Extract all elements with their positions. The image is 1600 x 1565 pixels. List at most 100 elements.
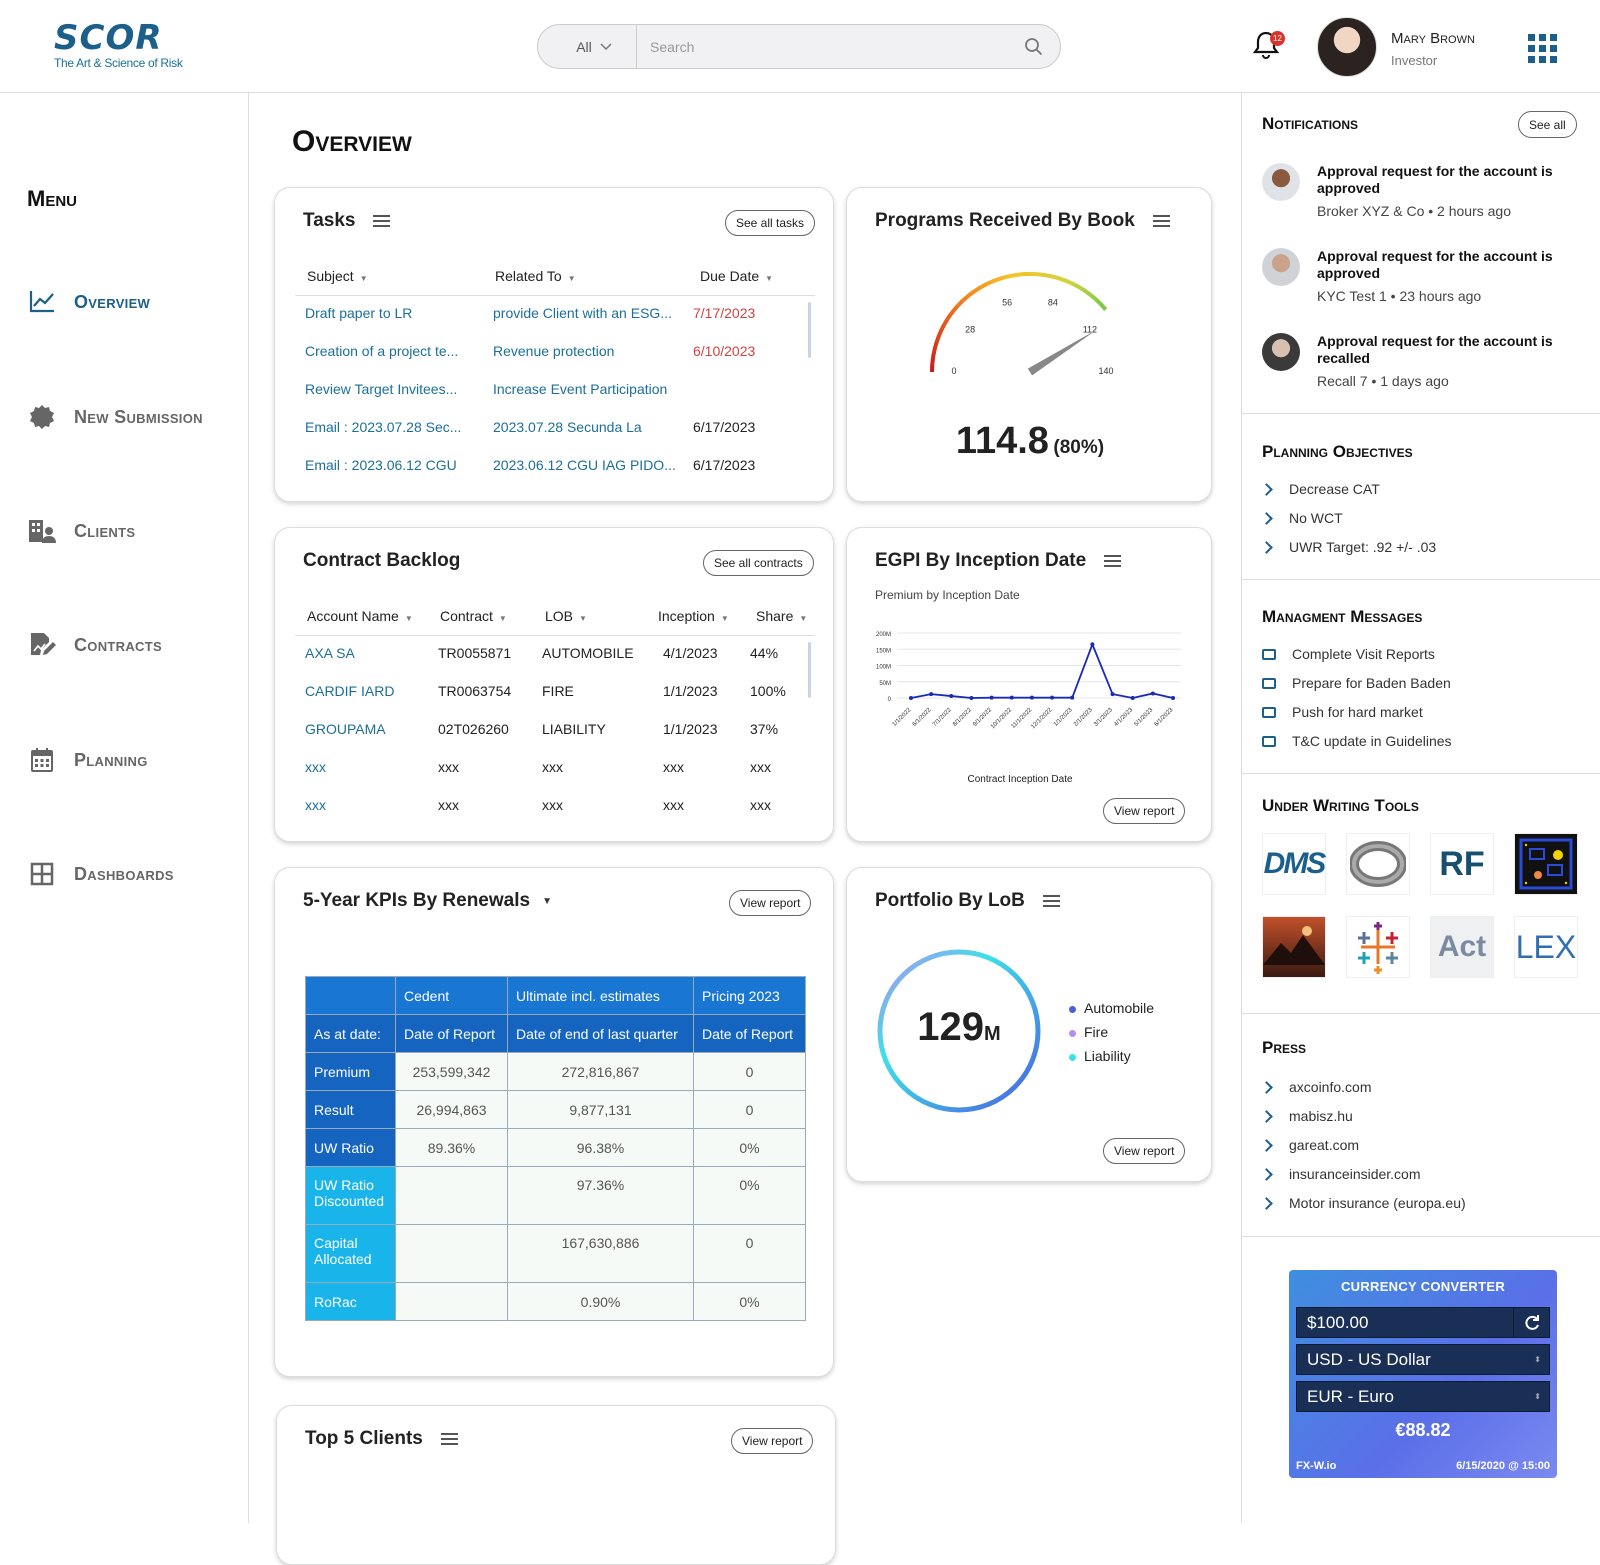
menu-icon[interactable]	[1104, 555, 1121, 567]
task-related-link[interactable]: 2023.06.12 CGU IAG PIDO...	[493, 457, 683, 473]
see-all-tasks-button[interactable]: See all tasks	[725, 210, 815, 236]
view-report-button[interactable]: View report	[1103, 798, 1185, 824]
logo-mark: SCOR	[54, 22, 183, 54]
gauge-arc-segment	[1044, 275, 1051, 276]
planning-item-label: Decrease CAT	[1289, 481, 1380, 497]
view-report-button[interactable]: View report	[731, 1428, 813, 1454]
task-subject-link[interactable]: Email : 2023.07.28 Sec...	[305, 419, 475, 435]
kpi-cell: 0%	[694, 1167, 806, 1225]
view-report-button[interactable]: View report	[729, 890, 811, 916]
planning-item[interactable]: UWR Target: .92 +/- .03	[1262, 538, 1436, 556]
sidebar-item-planning[interactable]: Planning	[28, 745, 148, 775]
sidebar-item-clients[interactable]: Clients	[28, 516, 135, 546]
menu-icon[interactable]	[373, 215, 390, 227]
message-item[interactable]: Complete Visit Reports	[1262, 645, 1435, 663]
task-related-link[interactable]: Revenue protection	[493, 343, 683, 359]
legend-item: Fire	[1069, 1020, 1154, 1044]
gauge-arc-segment	[970, 290, 976, 294]
mountain-photo-tool-icon[interactable]	[1262, 916, 1326, 978]
account-name-link[interactable]: AXA SA	[305, 645, 430, 661]
kpi-cell: 9,877,131	[508, 1091, 694, 1129]
press-link[interactable]: gareat.com	[1262, 1136, 1359, 1154]
converter-source[interactable]: FX-W.io	[1296, 1460, 1336, 1472]
notification-count-badge: 12	[1270, 31, 1285, 46]
gauge-readout: 114.8 (80%)	[847, 420, 1213, 463]
column-header-subject[interactable]: Subject▼	[307, 268, 368, 284]
account-name-link[interactable]: xxx	[305, 759, 430, 775]
user-avatar[interactable]	[1317, 17, 1377, 77]
notification-meta: KYC Test 1 • 23 hours ago	[1317, 288, 1481, 304]
column-header-inception[interactable]: Inception▼	[658, 608, 729, 624]
message-item[interactable]: Prepare for Baden Baden	[1262, 674, 1451, 692]
account-name-link[interactable]: CARDIF IARD	[305, 683, 430, 699]
sidebar-item-new-submission[interactable]: New Submission	[28, 402, 203, 432]
scrollbar[interactable]	[808, 642, 811, 698]
column-header-related-to[interactable]: Related To▼	[495, 268, 576, 284]
account-name-link[interactable]: xxx	[305, 797, 430, 813]
task-related-link[interactable]: 2023.07.28 Secunda La	[493, 419, 683, 435]
task-subject-link[interactable]: Email : 2023.06.12 CGU	[305, 457, 475, 473]
planning-item-label: UWR Target: .92 +/- .03	[1289, 539, 1436, 555]
kpi-title[interactable]: 5-Year KPIs By Renewals ▼	[303, 890, 552, 912]
tasks-title: Tasks	[303, 210, 390, 232]
data-point	[1090, 642, 1094, 646]
planning-item[interactable]: No WCT	[1262, 509, 1343, 527]
message-item[interactable]: Push for hard market	[1262, 703, 1423, 721]
ring-tool-icon[interactable]	[1346, 833, 1410, 895]
user-name[interactable]: Mary Brown	[1391, 30, 1475, 47]
see-all-contracts-button[interactable]: See all contracts	[703, 550, 814, 576]
task-subject-link[interactable]: Review Target Invitees...	[305, 381, 475, 397]
sidebar-item-dashboards[interactable]: Dashboards	[28, 859, 174, 889]
task-subject-link[interactable]: Creation of a project te...	[305, 343, 475, 359]
sidebar-item-overview[interactable]: Overview	[28, 287, 150, 317]
planning-item[interactable]: Decrease CAT	[1262, 480, 1380, 498]
task-related-link[interactable]: Increase Event Participation	[493, 381, 683, 397]
menu-icon[interactable]	[1153, 215, 1170, 227]
top-header: SCOR The Art & Science of Risk All 12 Ma…	[0, 0, 1600, 93]
programs-title-text: Programs Received By Book	[875, 210, 1135, 232]
x-tick-label: 3/1/2023	[1093, 707, 1114, 728]
from-currency-select[interactable]: USD - US Dollar ⬍	[1296, 1344, 1550, 1375]
scor-logo[interactable]: SCOR The Art & Science of Risk	[54, 22, 183, 70]
gauge-arc-segment	[1067, 281, 1073, 284]
press-link[interactable]: axcoinfo.com	[1262, 1078, 1371, 1096]
account-name-link[interactable]: GROUPAMA	[305, 721, 430, 737]
menu-icon[interactable]	[1043, 895, 1060, 907]
scrollbar[interactable]	[808, 302, 811, 358]
lex-tool-icon[interactable]: LEX	[1514, 916, 1578, 978]
press-link-label: mabisz.hu	[1289, 1108, 1353, 1124]
data-point	[1030, 696, 1034, 700]
task-related-link[interactable]: provide Client with an ESG...	[493, 305, 683, 321]
column-header-due-date[interactable]: Due Date▼	[700, 268, 773, 284]
press-link[interactable]: insuranceinsider.com	[1262, 1165, 1421, 1183]
kpi-row-label: UW Ratio	[306, 1129, 396, 1167]
search-category-select[interactable]: All	[538, 25, 637, 68]
column-header-share[interactable]: Share▼	[756, 608, 807, 624]
app-launcher-icon[interactable]	[1528, 34, 1557, 63]
press-link[interactable]: mabisz.hu	[1262, 1107, 1353, 1125]
column-header-lob[interactable]: LOB▼	[545, 608, 587, 624]
act-tool-icon[interactable]: Act	[1430, 916, 1494, 978]
kpi-row-label: UW Ratio Discounted	[306, 1167, 396, 1225]
rf-tool-icon[interactable]: RF	[1430, 833, 1494, 895]
search-input[interactable]	[638, 25, 1038, 68]
tableau-tool-icon[interactable]	[1346, 916, 1410, 978]
sidebar-item-contracts[interactable]: Contracts	[28, 630, 162, 660]
sort-caret-icon: ▼	[360, 274, 368, 283]
x-tick-label: 2/1/2023	[1073, 707, 1094, 728]
task-subject-link[interactable]: Draft paper to LR	[305, 305, 475, 321]
press-link[interactable]: Motor insurance (europa.eu)	[1262, 1194, 1466, 1212]
pacman-tool-icon[interactable]	[1514, 833, 1578, 895]
amount-input[interactable]: $100.00	[1296, 1307, 1550, 1338]
column-header-account-name[interactable]: Account Name▼	[307, 608, 413, 624]
column-header-contract[interactable]: Contract▼	[440, 608, 507, 624]
view-report-button[interactable]: View report	[1103, 1138, 1185, 1164]
to-currency-select[interactable]: EUR - Euro ⬍	[1296, 1381, 1550, 1412]
refresh-icon[interactable]	[1513, 1308, 1549, 1337]
dms-tool-icon[interactable]: DMS	[1262, 833, 1326, 895]
see-all-notifications-button[interactable]: See all	[1518, 111, 1577, 138]
menu-icon[interactable]	[441, 1433, 458, 1445]
message-item[interactable]: T&C update in Guidelines	[1262, 732, 1452, 750]
gauge-arc-segment	[1101, 305, 1106, 310]
search-icon[interactable]	[1024, 37, 1044, 57]
